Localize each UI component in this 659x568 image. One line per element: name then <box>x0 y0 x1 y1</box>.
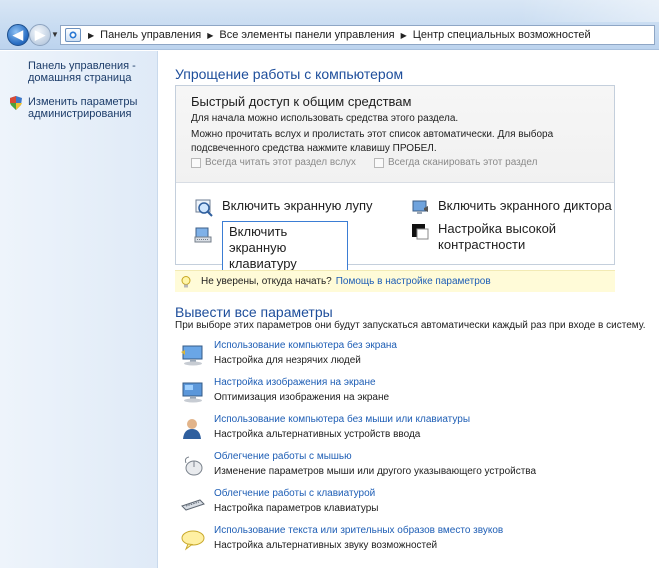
quick-access-title: Быстрый доступ к общим средствам <box>191 94 412 109</box>
no-display-link[interactable]: Использование компьютера без экрана <box>214 340 397 351</box>
user-icon <box>183 419 201 439</box>
list-item: Настройка изображения на экране Оптимиза… <box>180 377 610 411</box>
magnifier-option[interactable]: Включить экранную лупу <box>194 198 373 218</box>
shield-icon <box>10 96 22 110</box>
read-aloud-label: Всегда читать этот раздел вслух <box>205 157 356 168</box>
keyboard-settings-desc: Настройка параметров клавиатуры <box>214 503 379 514</box>
text-instead-of-sounds-desc: Настройка альтернативных звуку возможнос… <box>214 540 438 551</box>
breadcrumb-ease-of-access[interactable]: Центр специальных возможностей <box>413 29 591 41</box>
text-instead-of-sounds-link[interactable]: Использование текста или зрительных обра… <box>214 525 503 536</box>
left-pane <box>0 51 158 568</box>
help-tip-bar: Не уверены, откуда начать? Помощь в наст… <box>175 270 615 292</box>
narrator-option[interactable]: Включить экранного диктора <box>410 198 612 218</box>
list-item: Облегчение работы с мышью Изменение пара… <box>180 451 610 485</box>
mouse-settings-desc: Изменение параметров мыши или другого ук… <box>214 466 537 477</box>
chevron-right-icon[interactable]: ▶ <box>207 31 213 40</box>
title-bar-glow <box>520 0 659 22</box>
narrator-label[interactable]: Включить экранного диктора <box>438 198 612 214</box>
title-bar: ◀ ▶ ▼ ▶ Панель управления ▶ Все элементы… <box>0 0 659 50</box>
list-item: Использование текста или зрительных обра… <box>180 525 610 559</box>
list-item: Использование компьютера без экрана Наст… <box>180 340 610 374</box>
chevron-right-icon[interactable]: ▶ <box>88 31 94 40</box>
monitor-speaker-icon <box>181 345 203 366</box>
monitor-icon <box>182 382 203 403</box>
magnifier-label[interactable]: Включить экранную лупу <box>222 198 373 214</box>
no-display-desc: Настройка для незрячих людей <box>214 355 361 366</box>
all-settings-description: При выборе этих параметров они будут зап… <box>175 320 646 331</box>
breadcrumb-control-panel[interactable]: Панель управления <box>100 29 201 41</box>
display-settings-desc: Оптимизация изображения на экране <box>214 392 390 403</box>
keyboard-settings-link[interactable]: Облегчение работы с клавиатурой <box>214 488 375 499</box>
recent-pages-dropdown-icon[interactable]: ▼ <box>51 30 59 39</box>
auto-scan-label: Всегда сканировать этот раздел <box>388 157 538 168</box>
list-item: Облегчение работы с клавиатурой Настройк… <box>180 488 610 522</box>
checkbox-square[interactable] <box>374 157 384 168</box>
narrator-icon <box>412 200 428 214</box>
lightbulb-icon <box>181 275 191 287</box>
setup-help-link[interactable]: Помощь в настройке параметров <box>336 276 491 287</box>
mouse-icon <box>184 456 203 476</box>
quick-access-panel: Быстрый доступ к общим средствам Для нач… <box>175 85 615 276</box>
control-panel-home-link[interactable]: Панель управления - домашняя страница <box>28 60 153 84</box>
keyboard-icon <box>194 227 212 243</box>
page-title: Упрощение работы с компьютером <box>175 66 404 82</box>
all-settings-title: Вывести все параметры <box>175 304 333 320</box>
high-contrast-label[interactable]: Настройка высокой контрастности <box>438 221 568 253</box>
high-contrast-icon <box>412 224 429 240</box>
quick-access-header: Быстрый доступ к общим средствам Для нач… <box>176 86 614 183</box>
mouse-settings-link[interactable]: Облегчение работы с мышью <box>214 451 352 462</box>
speech-bubble-icon <box>181 530 205 551</box>
control-panel-icon <box>65 28 81 42</box>
quick-access-instructions: Можно прочитать вслух и пролистать этот … <box>191 129 554 154</box>
address-bar[interactable]: ▶ Панель управления ▶ Все элементы панел… <box>60 25 655 45</box>
forward-button[interactable]: ▶ <box>29 24 51 46</box>
display-settings-link[interactable]: Настройка изображения на экране <box>214 377 376 388</box>
no-mouse-keyboard-desc: Настройка альтернативных устройств ввода <box>214 429 421 440</box>
magnifier-icon <box>195 199 213 217</box>
read-aloud-checkbox[interactable]: Всегда читать этот раздел вслух <box>191 157 356 168</box>
chevron-right-icon[interactable]: ▶ <box>401 31 407 40</box>
onscreen-keyboard-option[interactable]: Включить экранную клавиатуру <box>194 221 348 276</box>
tip-question: Не уверены, откуда начать? <box>201 276 332 287</box>
onscreen-keyboard-label[interactable]: Включить экранную клавиатуру <box>222 221 348 276</box>
no-mouse-keyboard-link[interactable]: Использование компьютера без мыши или кл… <box>214 414 470 425</box>
auto-scan-checkbox[interactable]: Всегда сканировать этот раздел <box>374 157 537 168</box>
list-item: Использование компьютера без мыши или кл… <box>180 414 610 448</box>
breadcrumb-all-items[interactable]: Все элементы панели управления <box>219 29 394 41</box>
keyboard-icon <box>181 499 205 511</box>
quick-access-intro: Для начала можно использовать средства э… <box>191 113 459 124</box>
high-contrast-option[interactable]: Настройка высокой контрастности <box>410 221 568 253</box>
admin-settings-link[interactable]: Изменить параметры администрирования <box>28 96 153 120</box>
checkbox-square[interactable] <box>191 157 201 168</box>
back-button[interactable]: ◀ <box>7 24 29 46</box>
